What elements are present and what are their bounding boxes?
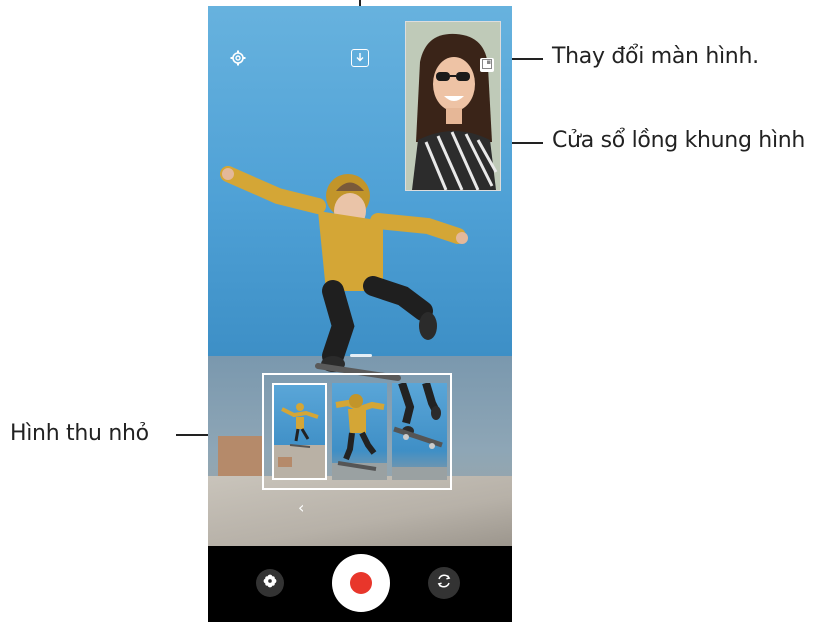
record-button[interactable] xyxy=(332,554,390,612)
camera-screen: ‹ xyxy=(208,6,512,622)
switch-screen-callout: Thay đổi màn hình. xyxy=(552,44,759,69)
download-icon xyxy=(355,49,365,67)
record-icon xyxy=(350,572,372,594)
thumbnail-2[interactable] xyxy=(332,383,387,480)
thumbnail-1[interactable] xyxy=(272,383,327,480)
flip-camera-button[interactable] xyxy=(428,567,460,599)
flower-icon xyxy=(263,574,277,593)
settings-button[interactable] xyxy=(228,50,248,70)
thumbnail-3[interactable] xyxy=(392,383,447,480)
thumbnail-strip xyxy=(262,373,452,490)
camera-controls xyxy=(208,546,512,622)
flip-camera-icon xyxy=(436,573,452,594)
filter-button[interactable] xyxy=(256,569,284,597)
pip-window-callout: Cửa sổ lồng khung hình xyxy=(552,128,806,153)
swap-screen-icon xyxy=(482,56,492,74)
switch-screen-button[interactable] xyxy=(480,58,494,72)
skater-photo xyxy=(220,166,468,381)
background-building xyxy=(218,436,263,481)
download-button[interactable] xyxy=(351,49,369,67)
collapse-chevron-button[interactable]: ‹ xyxy=(298,498,304,517)
thumbnail-drawer-handle[interactable] xyxy=(350,354,372,357)
selfie-photo xyxy=(406,22,500,190)
pip-window[interactable] xyxy=(405,21,501,191)
gear-icon xyxy=(230,50,246,71)
thumbnails-callout: Hình thu nhỏ xyxy=(10,421,149,446)
